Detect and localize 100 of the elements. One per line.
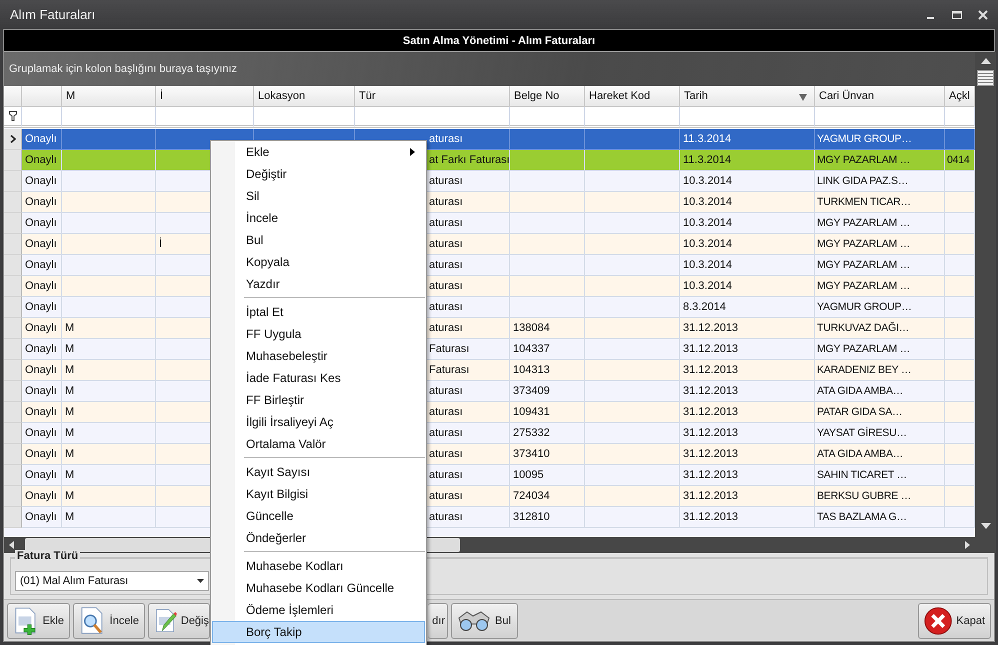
table-cell: 31.12.2013 <box>683 510 738 523</box>
button-label: Ekle <box>42 614 64 626</box>
table-cell: 10.3.2014 <box>683 280 732 292</box>
table-cell: M <box>65 406 74 418</box>
table-cell: BERKSU GUBRE … <box>817 490 912 502</box>
table-cell: İ <box>159 238 162 250</box>
table-cell: M <box>65 448 74 460</box>
group-hint: Gruplamak için kolon başlığını buraya taşıyınız <box>9 62 238 75</box>
table-cell: 31.12.2013 <box>683 490 738 502</box>
table-cell: YAGMUR GROUP… <box>817 132 912 145</box>
table-cell: Onaylı <box>25 384 57 397</box>
table-cell: PATAR GIDA SA… <box>817 406 902 418</box>
table-cell: aturası <box>429 426 463 439</box>
table-cell: Onaylı <box>25 258 57 271</box>
table-cell: 31.12.2013 <box>683 426 738 439</box>
table-cell: aturası <box>429 300 463 313</box>
table-cell: M <box>65 510 74 523</box>
table-cell: 10.3.2014 <box>683 238 732 250</box>
table-cell: Faturası <box>429 342 470 355</box>
table-cell: Onaylı <box>25 406 57 418</box>
table-cell: 0414 <box>947 154 970 166</box>
table-cell: 10.3.2014 <box>683 216 732 229</box>
table-cell: Onaylı <box>25 238 57 250</box>
window-title: Alım Faturaları <box>10 7 96 22</box>
table-cell: aturası <box>429 406 463 418</box>
table-cell: aturası <box>429 258 463 271</box>
table-cell: MGY PAZARLAM … <box>817 342 910 355</box>
table-cell: M <box>65 426 74 439</box>
table-cell: aturası <box>429 490 463 502</box>
table-cell: Onaylı <box>25 154 57 166</box>
table-cell: Onaylı <box>25 426 57 439</box>
table-cell: Onaylı <box>25 342 57 355</box>
table-cell: M <box>65 468 74 481</box>
table-cell: M <box>65 342 74 355</box>
table-cell: 10.3.2014 <box>683 258 732 271</box>
table-cell: 31.12.2013 <box>683 468 738 481</box>
table-cell: Onaylı <box>25 280 57 292</box>
table-cell: Onaylı <box>25 490 57 502</box>
button-label: dır <box>432 614 445 626</box>
table-cell: SAHIN TICARET … <box>817 468 907 481</box>
table-cell: TAS BAZLAMA G… <box>817 510 907 523</box>
table-cell: 8.3.2014 <box>683 300 726 313</box>
table-cell: YAYSAT GİRESU… <box>817 426 907 439</box>
header-title: Satın Alma Yönetimi - Alım Faturaları <box>402 34 596 46</box>
table-cell: aturası <box>429 216 463 229</box>
table-cell: ATA GIDA AMBA… <box>817 384 904 397</box>
table-cell: aturası <box>429 322 463 334</box>
table-cell: Onaylı <box>25 216 57 229</box>
table-cell: aturası <box>429 468 463 481</box>
table-cell: aturası <box>429 238 463 250</box>
button-label: Kapat <box>956 614 985 626</box>
table-cell: Onaylı <box>25 510 57 523</box>
table-cell: aturası <box>429 174 463 187</box>
table-cell: M <box>65 322 74 334</box>
table-cell: Onaylı <box>25 300 57 313</box>
button-label: Değiş <box>180 614 209 626</box>
table-cell: 373409 <box>513 384 550 397</box>
table-cell: Onaylı <box>25 448 57 460</box>
table-cell: aturası <box>429 196 463 208</box>
table-cell: KARADENIZ BEY … <box>817 364 912 376</box>
table-cell: MGY PAZARLAM … <box>817 216 910 229</box>
table-cell: at Farkı Faturası <box>429 154 509 166</box>
table-cell: MGY PAZARLAM … <box>817 258 910 271</box>
table-cell: 31.12.2013 <box>683 364 738 376</box>
table-cell: 31.12.2013 <box>683 322 738 334</box>
table-cell: aturası <box>429 384 463 397</box>
table-cell: Onaylı <box>25 468 57 481</box>
table-cell: 724034 <box>513 490 550 502</box>
table-cell: Onaylı <box>25 196 57 208</box>
table-cell: TURKMEN TICAR… <box>817 196 911 208</box>
button-label: İncele <box>110 614 139 626</box>
table-cell: TURKUVAZ DAĞI… <box>817 322 910 334</box>
table-cell: 10.3.2014 <box>683 174 732 187</box>
table-cell: Onaylı <box>25 174 57 187</box>
table-cell: LINK GIDA PAZ.S… <box>817 174 908 187</box>
table-cell: 31.12.2013 <box>683 406 738 418</box>
table-cell: 11.3.2014 <box>683 132 732 145</box>
table-cell: MGY PAZARLAM … <box>817 280 910 292</box>
table-cell: 11.3.2014 <box>683 154 732 166</box>
table-cell: Onaylı <box>25 322 57 334</box>
table-cell: M <box>65 384 74 397</box>
table-cell: 31.12.2013 <box>683 384 738 397</box>
table-cell: 31.12.2013 <box>683 448 738 460</box>
table-cell: MGY PAZARLAM … <box>817 238 910 250</box>
table-cell: 109431 <box>513 406 550 418</box>
table-cell: Onaylı <box>25 364 57 376</box>
table-cell: 138084 <box>513 322 550 334</box>
table-cell: aturası <box>429 448 463 460</box>
table-cell: 104337 <box>513 342 550 355</box>
table-cell: M <box>65 490 74 502</box>
table-cell: YAGMUR GROUP… <box>817 300 912 313</box>
table-cell: 275332 <box>513 426 550 439</box>
table-cell: MGY PAZARLAM … <box>817 154 910 166</box>
table-cell: 104313 <box>513 364 550 376</box>
table-cell: M <box>65 364 74 376</box>
table-cell: 312810 <box>513 510 550 523</box>
table-cell: ATA GIDA AMBA… <box>817 448 904 460</box>
button-label: Bul <box>495 614 511 626</box>
group-box-label: Fatura Türü <box>15 550 80 562</box>
table-cell: 10095 <box>513 468 544 481</box>
